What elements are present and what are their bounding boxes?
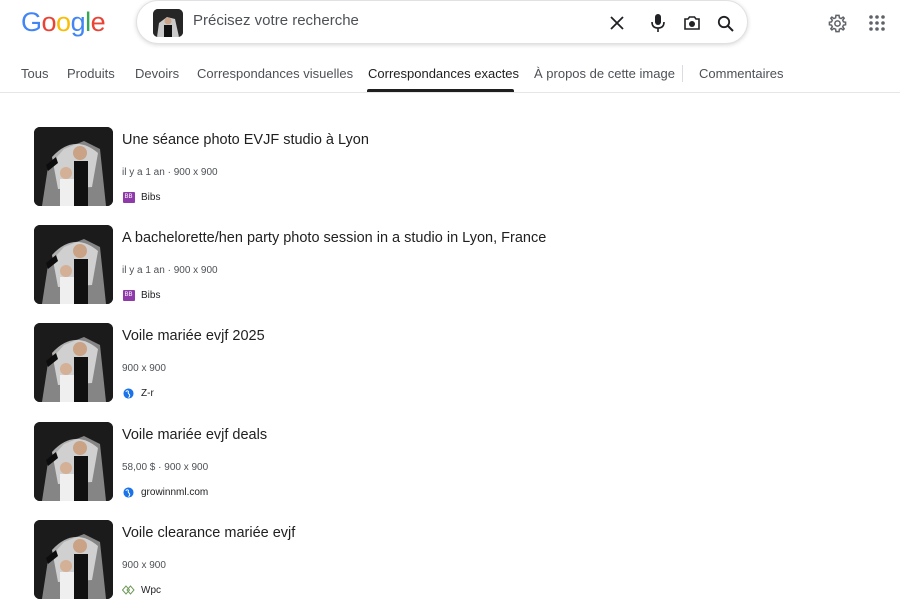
tab-tous[interactable]: Tous — [21, 66, 48, 81]
result-source[interactable]: Wpc — [122, 583, 161, 597]
result-meta: 58,00 $ · 900 x 900 — [122, 462, 209, 473]
bibs-logo-icon: BB — [122, 289, 135, 301]
tab-produits[interactable]: Produits — [67, 66, 115, 81]
search-icon[interactable] — [714, 12, 736, 34]
logo-letter-o1: o — [41, 7, 57, 37]
result-meta: il y a 1 an · 900 x 900 — [122, 167, 218, 178]
google-logo[interactable]: Google — [21, 7, 106, 38]
apps-grid-icon[interactable] — [865, 11, 889, 35]
result-thumbnail[interactable] — [34, 323, 113, 402]
tab-correspondances-exactes[interactable]: Correspondances exactes — [368, 66, 519, 81]
wpc-logo-icon — [122, 584, 135, 596]
lens-camera-icon[interactable] — [681, 12, 703, 34]
result-item[interactable]: A bachelorette/hen party photo session i… — [34, 225, 854, 305]
result-meta: il y a 1 an · 900 x 900 — [122, 265, 218, 276]
active-tab-indicator — [367, 89, 514, 92]
logo-letter-g2: g — [70, 7, 86, 37]
microphone-icon[interactable] — [647, 12, 669, 34]
result-source-name: Z-r — [141, 387, 154, 399]
result-item[interactable]: Une séance photo EVJF studio à Lyon il y … — [34, 127, 854, 207]
clear-icon[interactable] — [606, 12, 628, 34]
globe-icon — [122, 387, 135, 399]
tab-a-propos-image[interactable]: À propos de cette image — [534, 66, 675, 81]
result-source-name: Wpc — [141, 584, 161, 596]
result-thumbnail[interactable] — [34, 422, 113, 501]
result-title[interactable]: Voile mariée evjf 2025 — [122, 328, 265, 344]
result-source-name: growinnml.com — [141, 486, 209, 498]
result-meta: 900 x 900 — [122, 363, 166, 374]
result-thumbnail[interactable] — [34, 225, 113, 304]
result-item[interactable]: Voile clearance mariée evjf 900 x 900 Wpc — [34, 520, 854, 600]
tab-separator — [682, 65, 683, 82]
result-title[interactable]: A bachelorette/hen party photo session i… — [122, 230, 546, 246]
globe-icon — [122, 486, 135, 498]
tab-devoirs[interactable]: Devoirs — [135, 66, 179, 81]
result-source[interactable]: BB Bibs — [122, 190, 160, 204]
result-source-name: Bibs — [141, 191, 161, 203]
tab-commentaires[interactable]: Commentaires — [699, 66, 784, 81]
result-title[interactable]: Voile clearance mariée evjf — [122, 525, 295, 541]
search-tabs: Tous Produits Devoirs Correspondances vi… — [0, 55, 900, 93]
logo-letter-o2: o — [56, 7, 71, 37]
result-title[interactable]: Voile mariée evjf deals — [122, 427, 267, 443]
query-image-thumbnail[interactable] — [153, 9, 183, 37]
result-meta: 900 x 900 — [122, 560, 166, 571]
logo-letter-e: e — [90, 7, 106, 37]
settings-gear-icon[interactable] — [825, 11, 849, 35]
result-source[interactable]: growinnml.com — [122, 485, 208, 499]
result-source-name: Bibs — [141, 289, 161, 301]
result-title[interactable]: Une séance photo EVJF studio à Lyon — [122, 132, 369, 148]
bibs-logo-icon: BB — [122, 191, 135, 203]
result-thumbnail[interactable] — [34, 520, 113, 599]
logo-letter-g: G — [21, 7, 42, 37]
result-source[interactable]: Z-r — [122, 386, 154, 400]
search-input[interactable] — [193, 12, 583, 29]
result-item[interactable]: Voile mariée evjf 2025 900 x 900 Z-r — [34, 323, 854, 403]
tab-correspondances-visuelles[interactable]: Correspondances visuelles — [197, 66, 353, 81]
result-item[interactable]: Voile mariée evjf deals 58,00 $ · 900 x 9… — [34, 422, 854, 502]
search-box — [136, 0, 748, 44]
result-thumbnail[interactable] — [34, 127, 113, 206]
result-source[interactable]: BB Bibs — [122, 288, 160, 302]
